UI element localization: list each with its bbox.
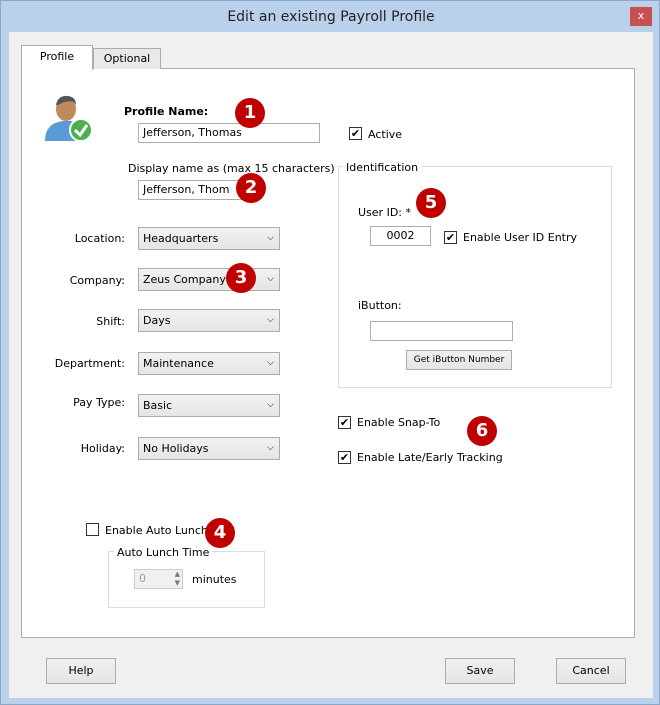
late-early-checkbox[interactable]: ✔ xyxy=(338,451,351,464)
tab-profile[interactable]: Profile xyxy=(21,45,93,70)
pay-type-label: Pay Type: xyxy=(73,396,125,409)
chevron-down-icon: ⌵ xyxy=(267,315,274,325)
auto-lunch-group xyxy=(108,551,265,608)
holiday-value: No Holidays xyxy=(143,442,209,455)
display-name-label: Display name as (max 15 characters) xyxy=(128,162,335,175)
snap-to-label: Enable Snap-To xyxy=(357,416,441,429)
callout-badge-1: 1 xyxy=(235,98,265,128)
callout-badge-4: 4 xyxy=(205,518,235,548)
minutes-label: minutes xyxy=(192,573,237,586)
pay-type-select[interactable]: Basic ⌵ xyxy=(138,394,280,417)
get-ibutton-number-button[interactable]: Get iButton Number xyxy=(406,350,512,370)
active-checkbox[interactable]: ✔ xyxy=(349,127,362,140)
profile-name-input[interactable]: Jefferson, Thomas xyxy=(138,123,320,143)
save-button[interactable]: Save xyxy=(445,658,515,684)
department-label: Department: xyxy=(54,357,125,370)
auto-lunch-label: Enable Auto Lunch xyxy=(105,524,208,537)
company-value: Zeus Company xyxy=(143,273,226,286)
help-button[interactable]: Help xyxy=(46,658,116,684)
chevron-down-icon: ⌵ xyxy=(267,400,274,410)
user-id-input[interactable]: 0002 xyxy=(370,226,431,246)
auto-lunch-checkbox[interactable] xyxy=(86,523,99,536)
chevron-down-icon: ⌵ xyxy=(267,274,274,284)
dialog-window: Edit an existing Payroll Profile x Profi… xyxy=(0,0,660,705)
shift-value: Days xyxy=(143,314,171,327)
location-value: Headquarters xyxy=(143,232,219,245)
holiday-label: Holiday: xyxy=(80,442,125,455)
shift-select[interactable]: Days ⌵ xyxy=(138,309,280,332)
chevron-down-icon: ⌵ xyxy=(267,233,274,243)
ibutton-label: iButton: xyxy=(358,299,402,312)
user-profile-icon xyxy=(45,95,93,142)
ibutton-input[interactable] xyxy=(370,321,513,341)
spinner-arrows-icon[interactable]: ▲ ▼ xyxy=(175,570,180,588)
callout-badge-3: 3 xyxy=(226,263,256,293)
callout-badge-6: 6 xyxy=(467,416,497,446)
window-title: Edit an existing Payroll Profile xyxy=(227,9,435,25)
callout-badge-5: 5 xyxy=(416,188,446,218)
snap-to-checkbox[interactable]: ✔ xyxy=(338,416,351,429)
company-select[interactable]: Zeus Company ⌵ xyxy=(138,268,280,291)
company-label: Company: xyxy=(69,274,125,287)
pay-type-value: Basic xyxy=(143,399,173,412)
auto-lunch-value: 0 xyxy=(139,572,146,585)
late-early-label: Enable Late/Early Tracking xyxy=(357,451,503,464)
holiday-select[interactable]: No Holidays ⌵ xyxy=(138,437,280,460)
identification-title: Identification xyxy=(343,161,422,174)
auto-lunch-minutes-spinner[interactable]: 0 ▲ ▼ xyxy=(134,569,183,589)
chevron-down-icon: ⌵ xyxy=(267,443,274,453)
tab-optional[interactable]: Optional xyxy=(93,48,161,69)
profile-name-label: Profile Name: xyxy=(124,105,209,118)
callout-badge-2: 2 xyxy=(236,173,266,203)
user-id-label: User ID: * xyxy=(358,206,411,219)
department-select[interactable]: Maintenance ⌵ xyxy=(138,352,280,375)
enable-user-id-checkbox[interactable]: ✔ xyxy=(444,231,457,244)
location-label: Location: xyxy=(74,232,125,245)
display-name-input[interactable]: Jefferson, Thom xyxy=(138,180,250,200)
chevron-down-icon: ⌵ xyxy=(267,358,274,368)
auto-lunch-time-title: Auto Lunch Time xyxy=(114,546,213,559)
location-select[interactable]: Headquarters ⌵ xyxy=(138,227,280,250)
close-button[interactable]: x xyxy=(630,7,652,26)
shift-label: Shift: xyxy=(96,315,125,328)
enable-user-id-label: Enable User ID Entry xyxy=(463,231,578,244)
active-label: Active xyxy=(368,128,403,141)
department-value: Maintenance xyxy=(143,357,214,370)
cancel-button[interactable]: Cancel xyxy=(556,658,626,684)
